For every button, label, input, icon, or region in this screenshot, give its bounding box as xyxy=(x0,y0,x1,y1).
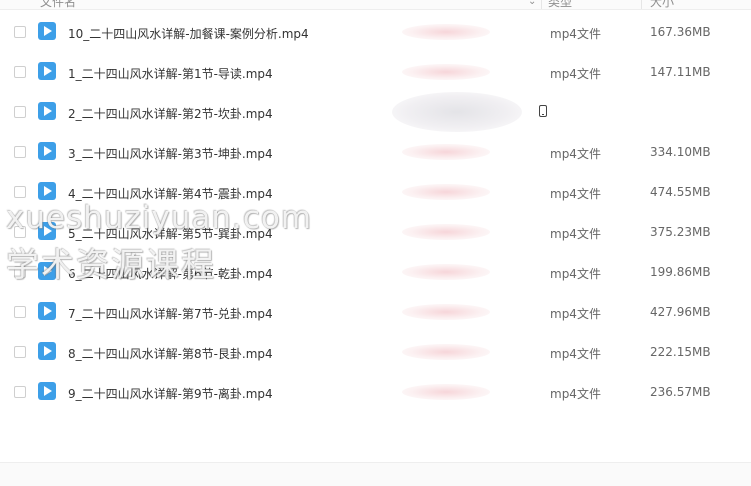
row-checkbox[interactable] xyxy=(14,146,26,158)
video-file-icon xyxy=(38,382,56,400)
file-name[interactable]: 5_二十四山风水详解-第5节-巽卦.mp4 xyxy=(68,225,273,242)
chevron-down-icon[interactable]: ⌄ xyxy=(528,0,536,7)
column-header-size[interactable]: 大小 xyxy=(650,0,674,9)
redaction-blur xyxy=(402,344,490,360)
video-file-icon xyxy=(38,342,56,360)
redaction-blur xyxy=(402,224,490,240)
file-name[interactable]: 2_二十四山风水详解-第2节-坎卦.mp4 xyxy=(68,105,273,122)
file-row[interactable]: 3_二十四山风水详解-第3节-坤卦.mp4 mp4文件 334.10MB xyxy=(0,132,751,172)
file-name[interactable]: 8_二十四山风水详解-第8节-艮卦.mp4 xyxy=(68,345,273,362)
file-type: mp4文件 xyxy=(550,227,601,241)
redaction-blur xyxy=(402,384,490,400)
file-row[interactable]: 7_二十四山风水详解-第7节-兑卦.mp4 mp4文件 427.96MB xyxy=(0,292,751,332)
row-checkbox[interactable] xyxy=(14,66,26,78)
file-row[interactable]: 6_二十四山风水详解-第6节-乾卦.mp4 mp4文件 199.86MB xyxy=(0,252,751,292)
file-type: mp4文件 xyxy=(550,267,601,281)
file-size: 334.10MB xyxy=(650,145,711,159)
redaction-blur xyxy=(392,92,522,132)
row-checkbox[interactable] xyxy=(14,266,26,278)
redaction-blur xyxy=(402,184,490,200)
file-row[interactable]: 4_二十四山风水详解-第4节-震卦.mp4 mp4文件 474.55MB xyxy=(0,172,751,212)
video-file-icon xyxy=(38,302,56,320)
row-checkbox[interactable] xyxy=(14,346,26,358)
redaction-blur xyxy=(402,304,490,320)
redaction-blur xyxy=(402,24,490,40)
video-file-icon xyxy=(38,22,56,40)
row-checkbox[interactable] xyxy=(14,386,26,398)
file-name[interactable]: 3_二十四山风水详解-第3节-坤卦.mp4 xyxy=(68,145,273,162)
column-divider[interactable] xyxy=(541,0,542,9)
bottom-bar xyxy=(0,462,751,486)
file-type: mp4文件 xyxy=(550,27,601,41)
file-name[interactable]: 6_二十四山风水详解-第6节-乾卦.mp4 xyxy=(68,265,273,282)
video-file-icon xyxy=(38,62,56,80)
file-size: 222.15MB xyxy=(650,345,711,359)
redaction-blur xyxy=(402,264,490,280)
row-checkbox[interactable] xyxy=(14,306,26,318)
file-name[interactable]: 1_二十四山风水详解-第1节-导读.mp4 xyxy=(68,65,273,82)
file-type: mp4文件 xyxy=(550,347,601,361)
column-header-type[interactable]: 类型 xyxy=(548,0,572,9)
file-size: 199.86MB xyxy=(650,265,711,279)
redaction-blur xyxy=(402,64,490,80)
file-name[interactable]: 7_二十四山风水详解-第7节-兑卦.mp4 xyxy=(68,305,273,322)
file-type: mp4文件 xyxy=(550,147,601,161)
file-row[interactable]: 10_二十四山风水详解-加餐课-案例分析.mp4 mp4文件 167.36MB xyxy=(0,12,751,52)
file-row[interactable]: 1_二十四山风水详解-第1节-导读.mp4 mp4文件 147.11MB xyxy=(0,52,751,92)
redaction-blur xyxy=(402,144,490,160)
column-header-name[interactable]: 文件名 xyxy=(40,0,76,9)
file-size: 375.23MB xyxy=(650,225,711,239)
video-file-icon xyxy=(38,182,56,200)
file-row[interactable]: 5_二十四山风水详解-第5节-巽卦.mp4 mp4文件 375.23MB xyxy=(0,212,751,252)
column-divider[interactable] xyxy=(641,0,642,9)
row-checkbox[interactable] xyxy=(14,26,26,38)
file-list: 10_二十四山风水详解-加餐课-案例分析.mp4 mp4文件 167.36MB … xyxy=(0,12,751,412)
file-name[interactable]: 10_二十四山风水详解-加餐课-案例分析.mp4 xyxy=(68,25,309,42)
file-size: 167.36MB xyxy=(650,25,711,39)
file-type: mp4文件 xyxy=(550,67,601,81)
file-type: mp4文件 xyxy=(550,387,601,401)
file-list-header: 文件名 ⌄ 类型 大小 xyxy=(0,0,751,10)
video-file-icon xyxy=(38,102,56,120)
video-file-icon xyxy=(38,222,56,240)
row-checkbox[interactable] xyxy=(14,226,26,238)
file-size: 236.57MB xyxy=(650,385,711,399)
row-checkbox[interactable] xyxy=(14,186,26,198)
video-file-icon xyxy=(38,262,56,280)
file-type: mp4文件 xyxy=(550,187,601,201)
file-size: 427.96MB xyxy=(650,305,711,319)
file-size: 474.55MB xyxy=(650,185,711,199)
file-row[interactable]: 8_二十四山风水详解-第8节-艮卦.mp4 mp4文件 222.15MB xyxy=(0,332,751,372)
video-file-icon xyxy=(38,142,56,160)
file-row[interactable]: 2_二十四山风水详解-第2节-坎卦.mp4 xyxy=(0,92,751,132)
phone-icon[interactable] xyxy=(539,105,547,117)
file-type: mp4文件 xyxy=(550,307,601,321)
row-checkbox[interactable] xyxy=(14,106,26,118)
file-row[interactable]: 9_二十四山风水详解-第9节-离卦.mp4 mp4文件 236.57MB xyxy=(0,372,751,412)
file-name[interactable]: 4_二十四山风水详解-第4节-震卦.mp4 xyxy=(68,185,273,202)
file-name[interactable]: 9_二十四山风水详解-第9节-离卦.mp4 xyxy=(68,385,273,402)
file-size: 147.11MB xyxy=(650,65,711,79)
